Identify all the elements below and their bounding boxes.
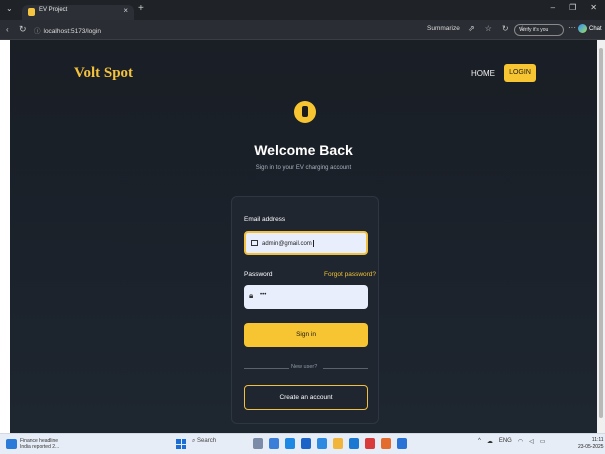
mail-app-icon[interactable] [349,438,359,449]
text-caret [312,240,314,247]
system-clock[interactable]: 11:11 23-05-2025 [578,437,604,451]
url-text: localhost:5173/login [43,28,101,35]
tray-chevron-icon[interactable]: ^ [478,438,481,445]
taskbar-apps [253,438,407,449]
tab-favicon-icon [28,8,35,16]
news-line-2: India reported 2... [20,444,60,450]
email-field[interactable]: admin@gmail.com [244,231,368,255]
chrome-app-icon[interactable] [381,438,391,449]
window-controls: – ❐ ✕ [551,3,597,12]
news-widget-icon[interactable] [6,439,17,449]
profile-button[interactable]: Verify it's you [514,24,564,36]
back-arrow-icon[interactable]: ‹ [6,25,9,34]
vscode-app-icon[interactable] [317,438,327,449]
browser-tab-bar: ⌄ EV Project × + – ❐ ✕ [0,0,605,20]
tab-list-chevron-icon[interactable]: ⌄ [6,4,13,13]
brand-logo-text[interactable]: Volt Spot [74,65,133,82]
divider-text: New user? [291,364,318,370]
vs-app-icon[interactable] [397,438,407,449]
mail-icon [251,240,258,246]
url-field[interactable]: ⓘ localhost:5173/login [34,25,101,35]
scrollbar-thumb[interactable] [599,48,603,418]
lock-icon: 🔒︎ [249,291,254,300]
nav-login-button[interactable]: LOGIN [504,64,536,82]
divider-line-left [244,368,289,369]
password-field[interactable]: 🔒︎ ••• [244,285,368,309]
store-app-icon[interactable] [301,438,311,449]
clock-date: 23-05-2025 [578,444,604,450]
taskbar-search[interactable]: ⌕ Search [192,438,216,445]
site-info-icon[interactable]: ⓘ [34,28,41,35]
chat-label: Chat [589,26,602,33]
close-window-button[interactable]: ✕ [590,3,597,12]
address-bar: ‹ ↻ ⓘ localhost:5173/login Summarize ⇗ ☆ … [0,20,605,40]
search-label: Search [197,438,217,444]
share-icon[interactable]: ⇗ [468,24,475,33]
tray-app-icon[interactable]: ☁ [487,438,493,445]
summarize-button[interactable]: Summarize [427,25,460,32]
favorite-star-icon[interactable]: ☆ [485,24,492,33]
file-explorer-icon[interactable] [333,438,343,449]
chat-button[interactable]: Chat [578,24,602,33]
login-card: Email address admin@gmail.com Password F… [231,196,379,424]
password-label: Password [244,271,273,278]
browser-tab[interactable]: EV Project × [22,5,134,20]
email-value-text: admin@gmail.com [262,241,312,248]
widgets-app-icon[interactable] [253,438,263,449]
volume-icon[interactable]: ◁ [529,438,534,445]
task-view-icon[interactable] [269,438,279,449]
edge-app-icon[interactable] [285,438,295,449]
charging-badge-icon [294,101,316,123]
refresh-page-icon[interactable]: ↻ [502,24,509,33]
battery-tray-icon[interactable]: ▭ [540,438,546,445]
divider-line-right [323,368,368,369]
system-tray: ^ ☁ ENG ◠ ◁ ▭ [478,438,545,445]
login-page: Volt Spot HOME LOGIN Welcome Back Sign i… [10,40,597,433]
page-title: Welcome Back [254,142,353,158]
wifi-icon[interactable]: ◠ [518,438,523,445]
password-value: ••• [260,292,267,298]
os-taskbar: Finance headline India reported 2... ⌕ S… [0,433,605,454]
tray-lang[interactable]: ENG [499,438,512,445]
clock-time: 11:11 [591,437,604,443]
tab-close-icon[interactable]: × [123,6,128,15]
page-subtitle: Sign in to your EV charging account [255,165,352,171]
tab-title: EV Project [39,7,68,13]
battery-icon [302,106,308,117]
forgot-password-link[interactable]: Forgot password? [324,271,376,278]
sign-in-button[interactable]: Sign in [244,323,368,347]
nav-home-link[interactable]: HOME [471,69,495,78]
email-value: admin@gmail.com [262,240,314,247]
new-tab-button[interactable]: + [138,4,144,14]
news-widget[interactable]: Finance headline India reported 2... [20,438,80,450]
acrobat-app-icon[interactable] [365,438,375,449]
create-account-button[interactable]: Create an account [244,385,368,410]
windows-start-icon[interactable] [176,439,186,449]
email-label: Email address [244,216,286,223]
copilot-icon [578,24,587,33]
reload-icon[interactable]: ↻ [19,24,27,35]
more-options-icon[interactable]: ··· [568,23,576,32]
restore-button[interactable]: ❐ [569,3,576,12]
minimize-button[interactable]: – [551,3,555,12]
